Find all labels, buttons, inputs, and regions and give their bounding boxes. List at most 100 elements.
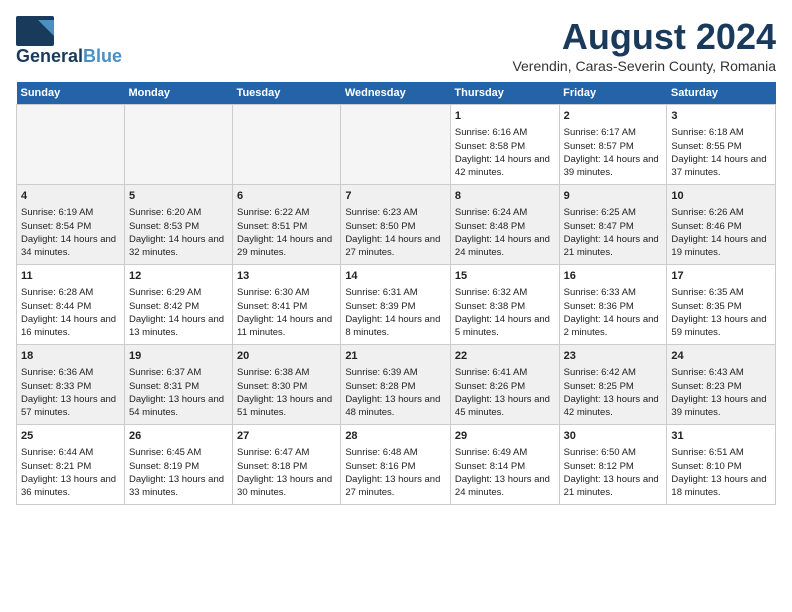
day-info: Sunset: 8:57 PM [564,140,663,153]
day-number: 21 [345,349,446,364]
day-info: Sunset: 8:38 PM [455,300,555,313]
day-info: Sunrise: 6:17 AM [564,126,663,139]
day-info: Daylight: 13 hours and 42 minutes. [564,393,663,420]
day-info: Sunrise: 6:36 AM [21,366,120,379]
logo-general: General [16,46,83,67]
day-info: Daylight: 13 hours and 18 minutes. [671,473,771,500]
day-info: Sunset: 8:50 PM [345,220,446,233]
day-info: Daylight: 13 hours and 30 minutes. [237,473,336,500]
day-info: Daylight: 14 hours and 11 minutes. [237,313,336,340]
day-info: Daylight: 14 hours and 34 minutes. [21,233,120,260]
week-row-4: 18Sunrise: 6:36 AMSunset: 8:33 PMDayligh… [17,345,776,425]
day-info: Daylight: 13 hours and 21 minutes. [564,473,663,500]
calendar-header-row: SundayMondayTuesdayWednesdayThursdayFrid… [17,82,776,105]
day-info: Sunrise: 6:29 AM [129,286,228,299]
day-info: Sunrise: 6:44 AM [21,446,120,459]
calendar-cell [233,105,341,185]
calendar-cell: 25Sunrise: 6:44 AMSunset: 8:21 PMDayligh… [17,425,125,505]
day-info: Sunset: 8:25 PM [564,380,663,393]
day-info: Sunset: 8:39 PM [345,300,446,313]
day-number: 27 [237,429,336,444]
day-info: Daylight: 14 hours and 29 minutes. [237,233,336,260]
day-info: Sunset: 8:19 PM [129,460,228,473]
day-info: Sunrise: 6:35 AM [671,286,771,299]
day-info: Daylight: 13 hours and 45 minutes. [455,393,555,420]
day-info: Sunrise: 6:45 AM [129,446,228,459]
day-number: 30 [564,429,663,444]
day-info: Daylight: 13 hours and 39 minutes. [671,393,771,420]
day-info: Sunset: 8:55 PM [671,140,771,153]
day-info: Sunset: 8:30 PM [237,380,336,393]
calendar-cell: 16Sunrise: 6:33 AMSunset: 8:36 PMDayligh… [559,265,667,345]
day-number: 25 [21,429,120,444]
day-number: 24 [671,349,771,364]
day-info: Sunrise: 6:23 AM [345,206,446,219]
day-info: Daylight: 14 hours and 2 minutes. [564,313,663,340]
day-info: Sunset: 8:47 PM [564,220,663,233]
day-info: Sunrise: 6:18 AM [671,126,771,139]
day-header-wednesday: Wednesday [341,82,451,105]
day-number: 7 [345,189,446,204]
day-number: 3 [671,109,771,124]
day-info: Sunset: 8:36 PM [564,300,663,313]
day-info: Daylight: 13 hours and 48 minutes. [345,393,446,420]
day-info: Sunrise: 6:32 AM [455,286,555,299]
day-info: Sunrise: 6:28 AM [21,286,120,299]
day-number: 2 [564,109,663,124]
day-number: 8 [455,189,555,204]
calendar-cell: 9Sunrise: 6:25 AMSunset: 8:47 PMDaylight… [559,185,667,265]
calendar-cell: 13Sunrise: 6:30 AMSunset: 8:41 PMDayligh… [233,265,341,345]
day-number: 31 [671,429,771,444]
day-info: Sunset: 8:44 PM [21,300,120,313]
day-info: Sunset: 8:14 PM [455,460,555,473]
calendar-cell: 15Sunrise: 6:32 AMSunset: 8:38 PMDayligh… [450,265,559,345]
week-row-1: 1Sunrise: 6:16 AMSunset: 8:58 PMDaylight… [17,105,776,185]
calendar-cell: 7 Sunrise: 6:23 AMSunset: 8:50 PMDaylight… [341,185,451,265]
calendar-cell: 17Sunrise: 6:35 AMSunset: 8:35 PMDayligh… [667,265,776,345]
day-info: Daylight: 14 hours and 13 minutes. [129,313,228,340]
day-info: Sunrise: 6:41 AM [455,366,555,379]
logo-icon [16,16,54,46]
day-info: Daylight: 13 hours and 33 minutes. [129,473,228,500]
calendar-cell: 30Sunrise: 6:50 AMSunset: 8:12 PMDayligh… [559,425,667,505]
day-info: Sunrise: 6:49 AM [455,446,555,459]
day-info: Daylight: 14 hours and 8 minutes. [345,313,446,340]
day-info: Sunset: 8:51 PM [237,220,336,233]
calendar-cell: 20Sunrise: 6:38 AMSunset: 8:30 PMDayligh… [233,345,341,425]
day-info: Sunrise: 6:30 AM [237,286,336,299]
calendar-cell: 26Sunrise: 6:45 AMSunset: 8:19 PMDayligh… [124,425,232,505]
day-info: Sunrise: 6:50 AM [564,446,663,459]
location-subtitle: Verendin, Caras-Severin County, Romania [512,58,776,74]
calendar-cell: 2 Sunrise: 6:17 AMSunset: 8:57 PMDaylight… [559,105,667,185]
calendar-cell [124,105,232,185]
calendar-cell: 14Sunrise: 6:31 AMSunset: 8:39 PMDayligh… [341,265,451,345]
day-number: 23 [564,349,663,364]
day-number: 5 [129,189,228,204]
day-header-monday: Monday [124,82,232,105]
day-number: 29 [455,429,555,444]
day-info: Sunset: 8:28 PM [345,380,446,393]
day-info: Sunrise: 6:48 AM [345,446,446,459]
day-number: 4 [21,189,120,204]
day-info: Daylight: 14 hours and 27 minutes. [345,233,446,260]
calendar-cell: 21Sunrise: 6:39 AMSunset: 8:28 PMDayligh… [341,345,451,425]
day-number: 6 [237,189,336,204]
calendar-cell: 24Sunrise: 6:43 AMSunset: 8:23 PMDayligh… [667,345,776,425]
day-info: Daylight: 14 hours and 21 minutes. [564,233,663,260]
day-number: 14 [345,269,446,284]
day-info: Sunset: 8:21 PM [21,460,120,473]
calendar-cell: 28Sunrise: 6:48 AMSunset: 8:16 PMDayligh… [341,425,451,505]
day-number: 1 [455,109,555,124]
day-number: 20 [237,349,336,364]
day-number: 12 [129,269,228,284]
day-info: Sunset: 8:35 PM [671,300,771,313]
day-info: Sunrise: 6:33 AM [564,286,663,299]
month-title: August 2024 [512,16,776,58]
logo: General Blue [16,16,122,67]
day-info: Daylight: 13 hours and 51 minutes. [237,393,336,420]
calendar-cell: 1Sunrise: 6:16 AMSunset: 8:58 PMDaylight… [450,105,559,185]
day-info: Daylight: 14 hours and 39 minutes. [564,153,663,180]
page-header: General Blue August 2024 Verendin, Caras… [16,16,776,74]
day-info: Sunset: 8:16 PM [345,460,446,473]
calendar-cell: 18Sunrise: 6:36 AMSunset: 8:33 PMDayligh… [17,345,125,425]
